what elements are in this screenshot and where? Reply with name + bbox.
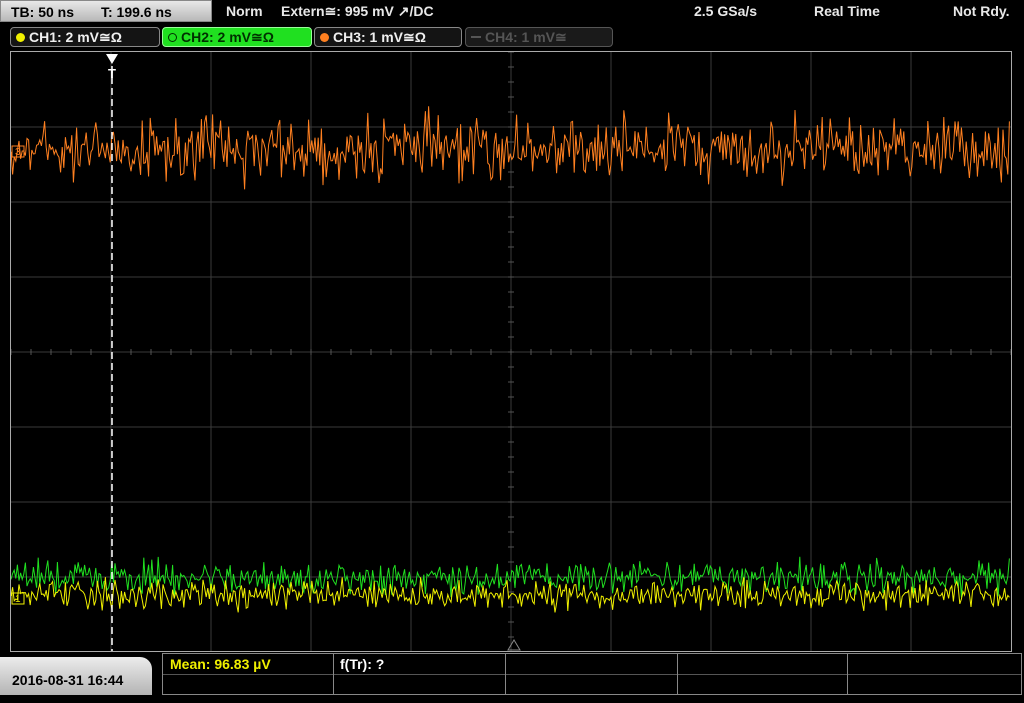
acquisition-mode: Real Time xyxy=(814,3,880,19)
acquisition-status: Not Rdy. xyxy=(953,3,1010,19)
channel-3-dot-icon xyxy=(320,33,329,42)
measurement-divider xyxy=(163,674,1021,675)
top-status-bar: TB: 50 ns T: 199.6 ns Norm Extern≅: 995 … xyxy=(0,0,1024,26)
channel-tabs: CH1: 2 mV≅Ω CH2: 2 mV≅Ω CH3: 1 mV≅Ω CH4:… xyxy=(0,27,1024,49)
timebase-value: TB: 50 ns xyxy=(11,4,75,20)
channel-3-label: CH3: 1 mV≅Ω xyxy=(333,29,426,45)
measurement-divider xyxy=(505,654,506,694)
datetime-display: 2016-08-31 16:44 xyxy=(0,657,152,695)
measurement-panel[interactable]: Mean: 96.83 µV f(Tr): ? xyxy=(162,653,1022,695)
mean-measurement: Mean: 96.83 µV xyxy=(170,656,271,672)
graticule: T 3 1 xyxy=(11,52,1011,651)
bottom-bar: 2016-08-31 16:44 Mean: 96.83 µV f(Tr): ? xyxy=(0,653,1024,695)
frequency-measurement: f(Tr): ? xyxy=(340,656,385,672)
trigger-marker-label: T xyxy=(108,66,116,81)
waveform-display[interactable]: T 3 1 xyxy=(10,51,1012,652)
horizontal-position-icon xyxy=(507,639,521,651)
timebase-box[interactable]: TB: 50 ns T: 199.6 ns xyxy=(0,0,212,22)
channel-1-dot-icon xyxy=(16,33,25,42)
channel-1-tab[interactable]: CH1: 2 mV≅Ω xyxy=(10,27,160,47)
channel-1-label: CH1: 2 mV≅Ω xyxy=(29,29,122,45)
measurement-divider xyxy=(677,654,678,694)
measurement-divider xyxy=(333,654,334,694)
channel-1-offset-label: 1 xyxy=(15,594,21,605)
channel-2-dot-icon xyxy=(168,33,177,42)
trigger-time-value: T: 199.6 ns xyxy=(101,4,172,20)
channel-2-tab[interactable]: CH2: 2 mV≅Ω xyxy=(162,27,312,47)
trigger-source[interactable]: Extern≅: 995 mV ↗/DC xyxy=(281,0,434,22)
channel-3-tab[interactable]: CH3: 1 mV≅Ω xyxy=(314,27,462,47)
trigger-marker-icon xyxy=(106,54,118,64)
channel-4-tab[interactable]: CH4: 1 mV≅ xyxy=(465,27,613,47)
channel-3-trace xyxy=(11,106,1010,190)
channel-4-off-icon xyxy=(471,36,481,38)
channel-4-label: CH4: 1 mV≅ xyxy=(485,29,567,45)
sample-rate: 2.5 GSa/s xyxy=(694,3,758,19)
channel-3-offset-label: 3 xyxy=(15,147,21,158)
measurement-divider xyxy=(847,654,848,694)
trigger-mode[interactable]: Norm xyxy=(226,0,263,22)
channel-2-label: CH2: 2 mV≅Ω xyxy=(181,29,274,45)
